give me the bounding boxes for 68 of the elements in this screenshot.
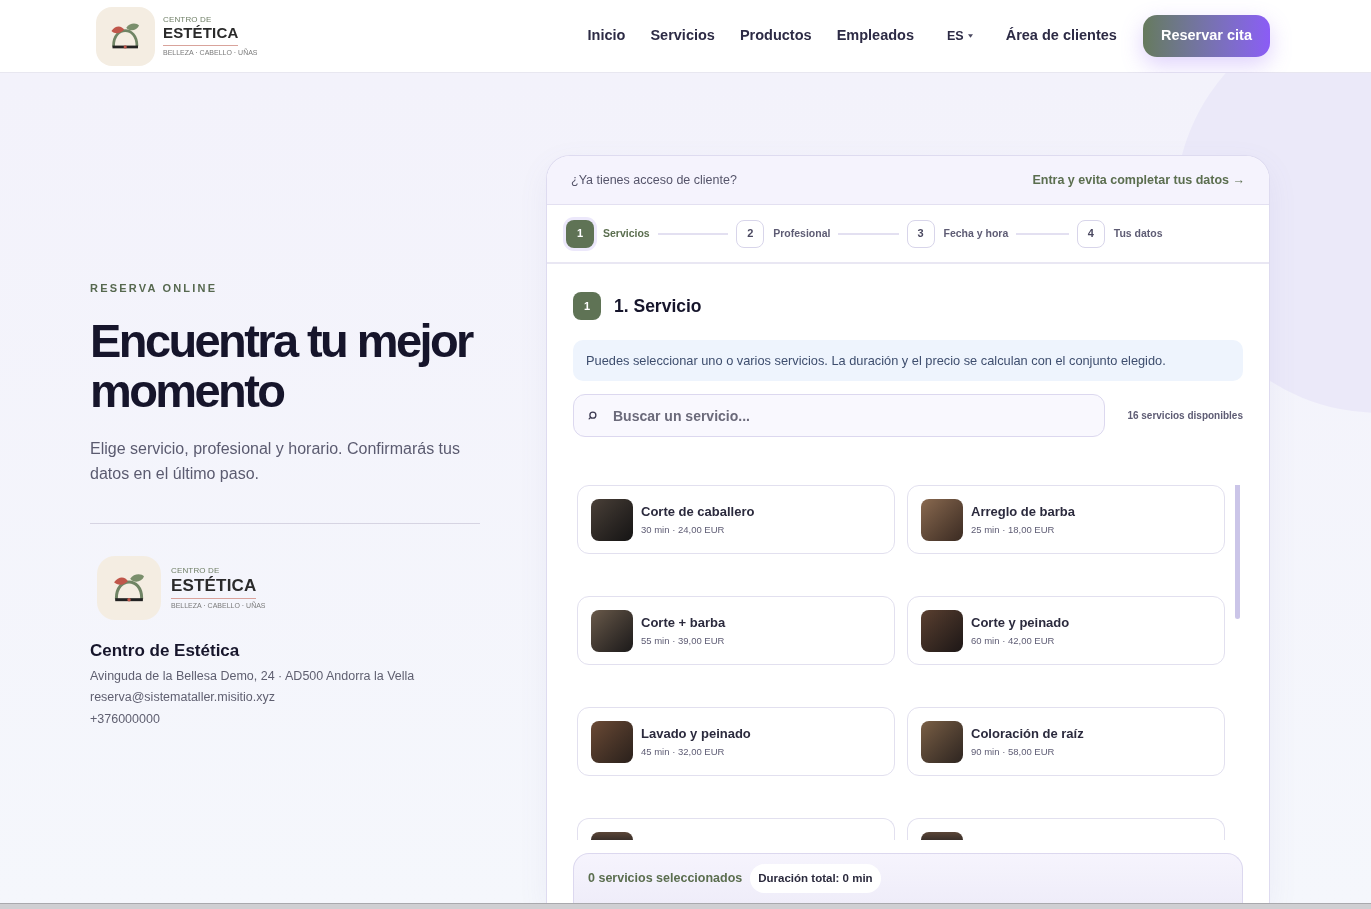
business-address: Avinguda de la Bellesa Demo, 24 · AD500 Andorra la Vella: [90, 668, 416, 685]
service-card[interactable]: [907, 818, 1225, 840]
service-card[interactable]: Lavado y peinado 45 min · 32,00 EUR: [577, 707, 895, 776]
nav-link[interactable]: Inicio: [587, 25, 626, 47]
step-label[interactable]: Servicios: [603, 225, 650, 242]
step-label[interactable]: Fecha y hora: [943, 225, 1009, 242]
service-name: Lavado y peinado: [641, 726, 751, 740]
nav-link[interactable]: Servicios: [650, 25, 715, 47]
hero-title: Encuentra tu mejor momento: [90, 316, 474, 416]
photo-placeholder: [921, 720, 963, 763]
service-card[interactable]: Corte de caballero 30 min · 24,00 EUR: [577, 485, 895, 554]
step-number[interactable]: 2: [736, 219, 765, 248]
business-phone[interactable]: +376000000: [90, 708, 480, 730]
step-number[interactable]: 1: [566, 219, 594, 248]
hero-subtitle: Elige servicio, profesional y horario. Confirmarás tus datos en el último paso.: [90, 439, 461, 484]
logo-caption: CENTRO DE: [163, 15, 212, 25]
step-label[interactable]: Profesional: [773, 225, 831, 242]
service-name: Corte + barba: [641, 615, 726, 629]
total-duration: Duración total: 0 min: [750, 863, 881, 894]
services-count: 16 servicios disponibles: [1127, 409, 1243, 423]
photo-placeholder: [591, 720, 633, 763]
service-card[interactable]: Coloración de raíz 90 min · 58,00 EUR: [907, 707, 1225, 776]
service-details: 30 min · 24,00 EUR: [641, 524, 726, 535]
language-selector[interactable]: ES: [947, 26, 973, 46]
service-name: Corte de caballero: [641, 504, 755, 518]
service-details: 45 min · 32,00 EUR: [641, 746, 726, 757]
photo-placeholder: [591, 498, 633, 541]
nav-link[interactable]: Empleados: [836, 25, 914, 47]
caret-icon: [967, 34, 973, 38]
eyebrow-label: RESERVA ONLINE: [90, 283, 219, 294]
business-name: Centro de Estética: [90, 640, 241, 662]
photo-placeholder: [591, 832, 633, 840]
selected-count: 0 servicios seleccionados: [588, 870, 743, 888]
arch-logo-icon: [96, 6, 155, 66]
scrollbar-thumb[interactable]: [1235, 485, 1240, 619]
logo-wordmark: ESTÉTICA: [171, 574, 257, 600]
login-link[interactable]: Entra y evita completar tus datos →: [1032, 170, 1245, 190]
service-card[interactable]: Corte y peinado 60 min · 42,00 EUR: [907, 596, 1225, 665]
service-card[interactable]: Corte + barba 55 min · 39,00 EUR: [577, 596, 895, 665]
info-note: Puedes seleccionar uno o varios servicios. La duración y el precio se calculan con el conjunto elegido.: [573, 340, 1243, 381]
logo-caption: CENTRO DE: [171, 565, 220, 575]
book-appointment-button[interactable]: Reservar cita: [1142, 15, 1270, 57]
section-title: 1. Servicio: [614, 294, 702, 318]
nav-link[interactable]: Área de clientes: [1005, 25, 1117, 47]
photo-placeholder: [921, 609, 963, 652]
nav-link[interactable]: Productos: [739, 25, 812, 47]
service-name: Arreglo de barba: [971, 504, 1076, 518]
step-number[interactable]: 4: [1076, 219, 1105, 248]
service-details: 55 min · 39,00 EUR: [641, 635, 726, 646]
service-details: 25 min · 18,00 EUR: [971, 524, 1056, 535]
section-number: 1: [573, 292, 601, 320]
photo-placeholder: [591, 609, 633, 652]
service-name: Corte y peinado: [971, 615, 1070, 629]
login-prompt: ¿Ya tienes acceso de cliente?: [571, 171, 737, 189]
service-card[interactable]: Arreglo de barba 25 min · 18,00 EUR: [907, 485, 1225, 554]
logo-wordmark: ESTÉTICA: [163, 24, 239, 46]
service-details: 90 min · 58,00 EUR: [971, 746, 1056, 757]
search-icon: [588, 411, 597, 420]
photo-placeholder: [921, 498, 963, 541]
step-number[interactable]: 3: [906, 219, 935, 248]
photo-placeholder: [921, 832, 963, 840]
service-card[interactable]: [577, 818, 895, 840]
service-name: Coloración de raíz: [971, 726, 1084, 740]
service-details: 60 min · 42,00 EUR: [971, 635, 1056, 646]
arch-logo-icon: [97, 556, 161, 620]
business-email[interactable]: reserva@sistemataller.misitio.xyz: [90, 687, 480, 708]
search-field[interactable]: Buscar un servicio...: [573, 394, 1105, 437]
step-label[interactable]: Tus datos: [1113, 225, 1163, 242]
